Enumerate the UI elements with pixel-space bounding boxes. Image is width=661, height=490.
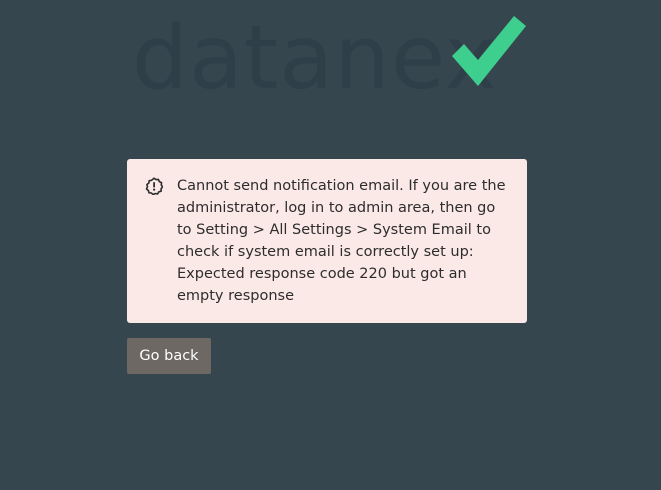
alert-message-line: check if system email is correctly set u…	[177, 244, 474, 260]
alert-message-line: Cannot send notification email. If you a…	[177, 178, 506, 194]
alert-message-line: administrator, log in to admin area, the…	[177, 200, 496, 216]
error-alert: Cannot send notification email. If you a…	[127, 159, 527, 323]
alert-message-line: Expected response code 220 but got an	[177, 266, 467, 282]
logo-wordmark: datanex	[132, 6, 498, 109]
checkmark-icon	[452, 16, 526, 86]
go-back-button[interactable]: Go back	[127, 338, 211, 374]
alert-message-line: to Setting > All Settings > System Email…	[177, 222, 491, 238]
alert-message: Cannot send notification email. If you a…	[177, 175, 517, 307]
alert-message-line: empty response	[177, 288, 294, 304]
datanex-logo: datanex	[132, 6, 526, 109]
alert-badge-icon	[145, 177, 163, 195]
